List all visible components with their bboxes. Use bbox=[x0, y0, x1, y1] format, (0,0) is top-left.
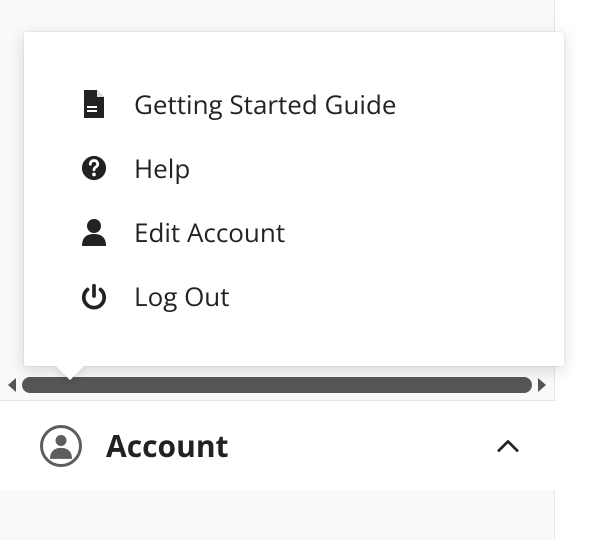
menu-item-edit-account[interactable]: Edit Account bbox=[44, 200, 544, 264]
menu-item-label: Help bbox=[134, 150, 190, 186]
horizontal-scrollbar[interactable] bbox=[6, 376, 548, 394]
menu-item-help[interactable]: Help bbox=[44, 136, 544, 200]
scroll-left-arrow[interactable] bbox=[6, 376, 20, 394]
account-toggle[interactable]: Account bbox=[0, 400, 555, 490]
user-icon bbox=[80, 218, 108, 246]
menu-item-log-out[interactable]: Log Out bbox=[44, 264, 544, 328]
account-menu-popover: Getting Started Guide Help Edit Account bbox=[24, 32, 564, 366]
scroll-right-arrow[interactable] bbox=[534, 376, 548, 394]
scrollbar-track[interactable] bbox=[22, 377, 532, 393]
help-icon bbox=[80, 154, 108, 182]
account-avatar-icon bbox=[40, 425, 82, 467]
document-icon bbox=[80, 90, 108, 118]
power-icon bbox=[80, 282, 108, 310]
account-label: Account bbox=[106, 425, 473, 466]
menu-item-label: Log Out bbox=[134, 278, 230, 314]
menu-item-label: Getting Started Guide bbox=[134, 86, 396, 122]
chevron-up-icon bbox=[497, 439, 519, 453]
menu-item-getting-started[interactable]: Getting Started Guide bbox=[44, 72, 544, 136]
menu-item-label: Edit Account bbox=[134, 214, 285, 250]
